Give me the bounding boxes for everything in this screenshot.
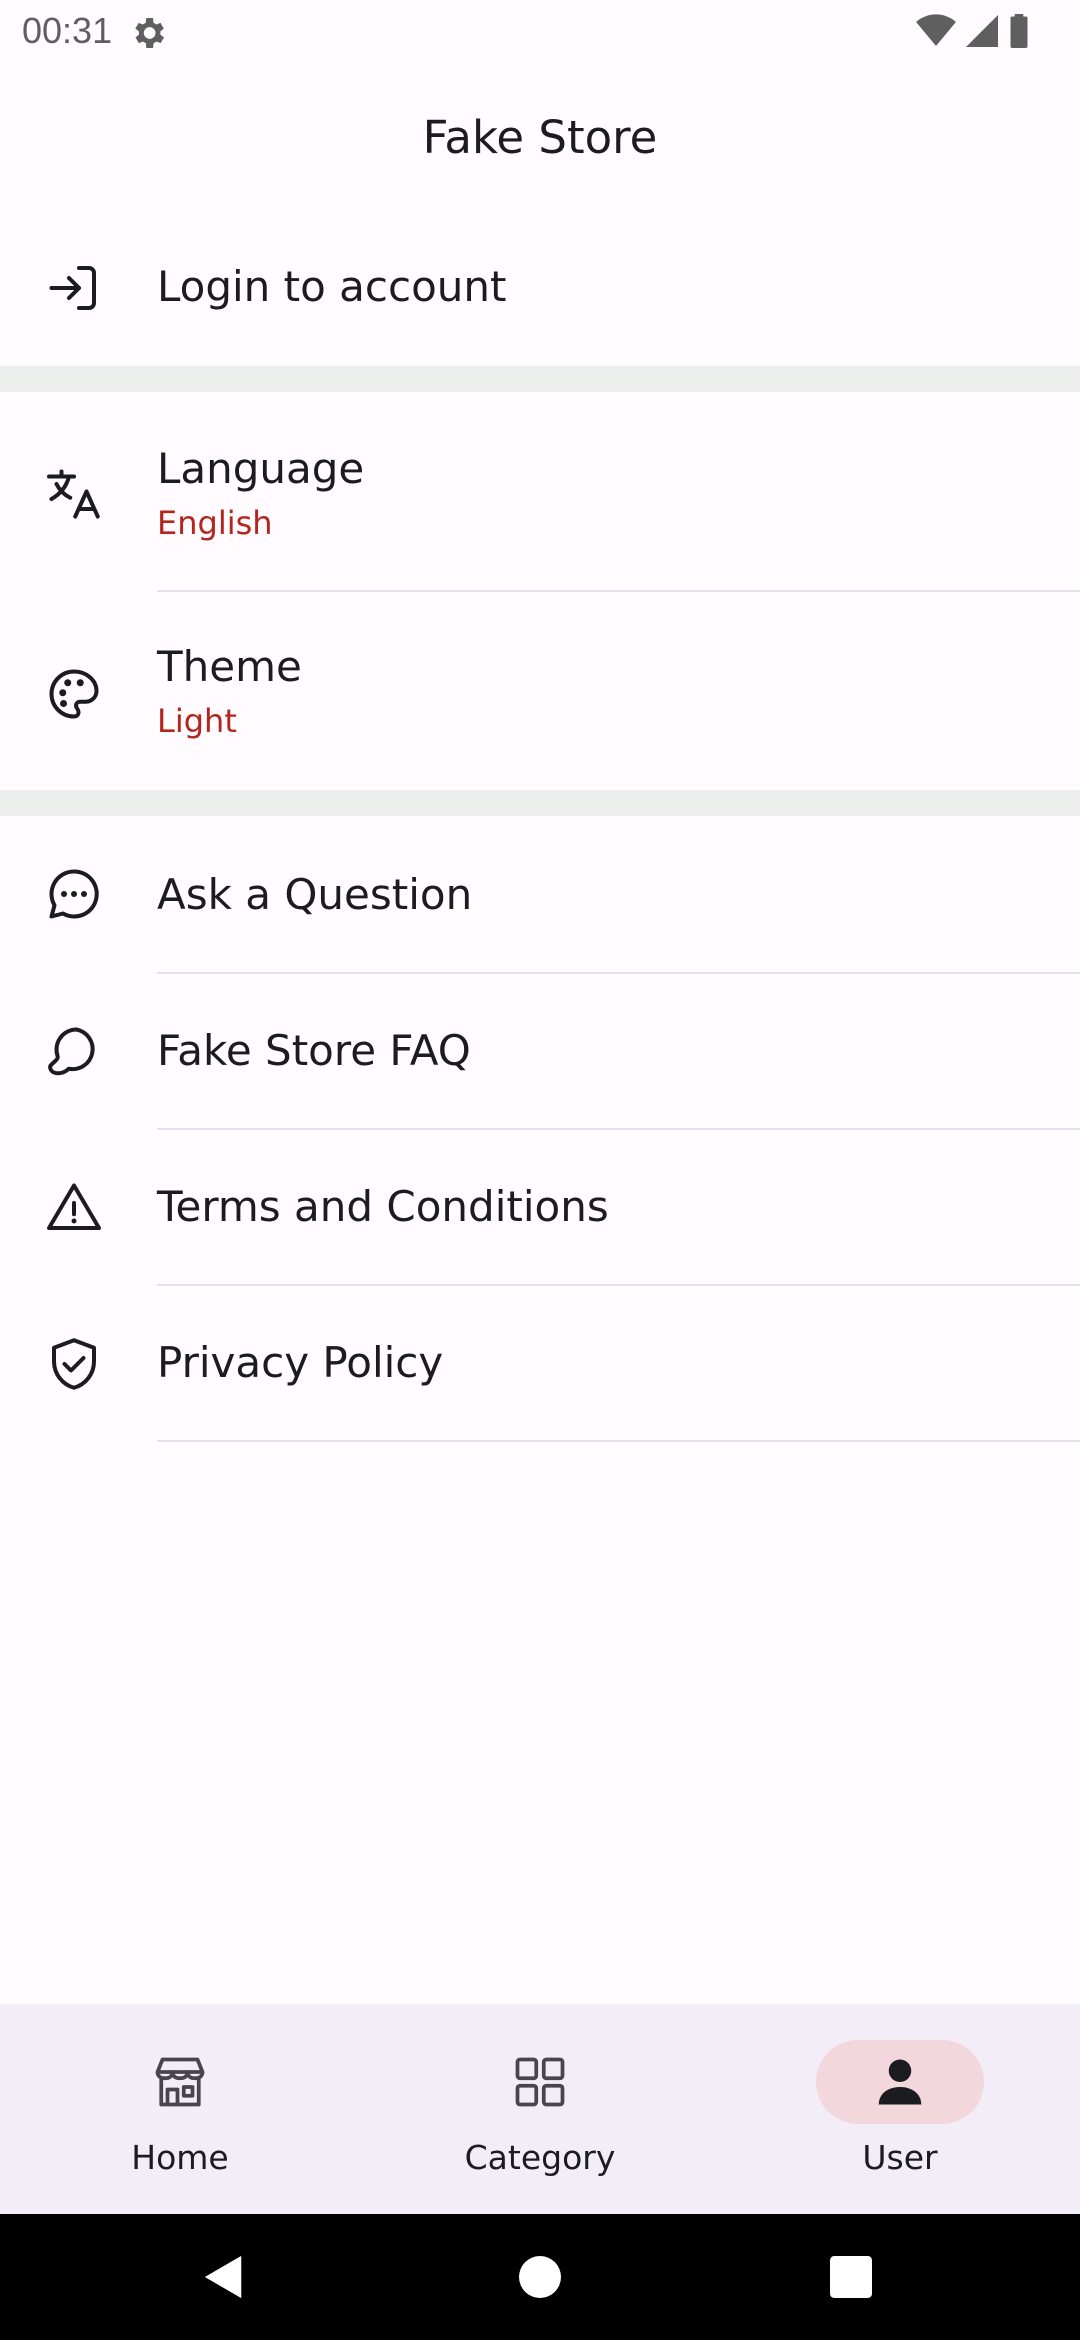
nav-home-label: Home — [131, 2138, 229, 2177]
list-divider — [157, 1440, 1080, 1442]
app-bar: Fake Store — [0, 64, 1080, 210]
login-label: Login to account — [157, 262, 507, 311]
bottom-navigation: Home Category User — [0, 2004, 1080, 2214]
privacy-row[interactable]: Privacy Policy — [0, 1286, 1080, 1442]
back-icon[interactable] — [202, 2254, 246, 2300]
page-title: Fake Store — [422, 110, 658, 164]
settings-gear-icon — [135, 18, 164, 48]
chat-bubble-icon — [48, 1027, 95, 1076]
section-divider — [0, 366, 1080, 392]
faq-row[interactable]: Fake Store FAQ — [0, 974, 1080, 1130]
privacy-label: Privacy Policy — [157, 1338, 444, 1387]
login-row[interactable]: Login to account — [0, 210, 1080, 366]
status-bar: 00:31 — [0, 0, 1080, 64]
nav-category-label: Category — [464, 2138, 616, 2177]
terms-label: Terms and Conditions — [157, 1182, 609, 1231]
nav-category[interactable]: Category — [360, 2004, 720, 2214]
status-time: 00:31 — [22, 10, 113, 51]
translate-icon — [47, 469, 100, 519]
battery-icon — [1010, 14, 1028, 48]
warning-icon — [47, 1183, 101, 1230]
faq-label: Fake Store FAQ — [157, 1026, 471, 1075]
theme-value: Light — [157, 702, 237, 740]
terms-row[interactable]: Terms and Conditions — [0, 1130, 1080, 1286]
wifi-icon — [916, 14, 956, 47]
person-icon — [878, 2059, 922, 2105]
status-indicators — [916, 14, 1030, 48]
language-row[interactable]: Language English — [0, 392, 1080, 590]
shield-check-icon — [52, 1338, 96, 1390]
cellular-signal-icon — [966, 15, 998, 47]
section-divider — [0, 790, 1080, 816]
palette-icon — [49, 669, 99, 719]
ask-question-row[interactable]: Ask a Question — [0, 816, 1080, 972]
store-icon — [155, 2057, 205, 2107]
ask-question-label: Ask a Question — [157, 870, 473, 919]
nav-user[interactable]: User — [720, 2004, 1080, 2214]
recents-square-icon[interactable] — [830, 2256, 872, 2298]
language-value: English — [157, 504, 273, 542]
login-icon — [49, 266, 96, 310]
language-label: Language — [157, 444, 365, 493]
home-circle-icon[interactable] — [519, 2256, 561, 2298]
chat-dots-icon — [49, 869, 99, 919]
nav-home[interactable]: Home — [0, 2004, 360, 2214]
grid-icon — [515, 2057, 565, 2107]
theme-label: Theme — [157, 642, 302, 691]
nav-user-label: User — [862, 2138, 938, 2177]
theme-row[interactable]: Theme Light — [0, 592, 1080, 790]
system-navigation-bar — [0, 2214, 1080, 2340]
